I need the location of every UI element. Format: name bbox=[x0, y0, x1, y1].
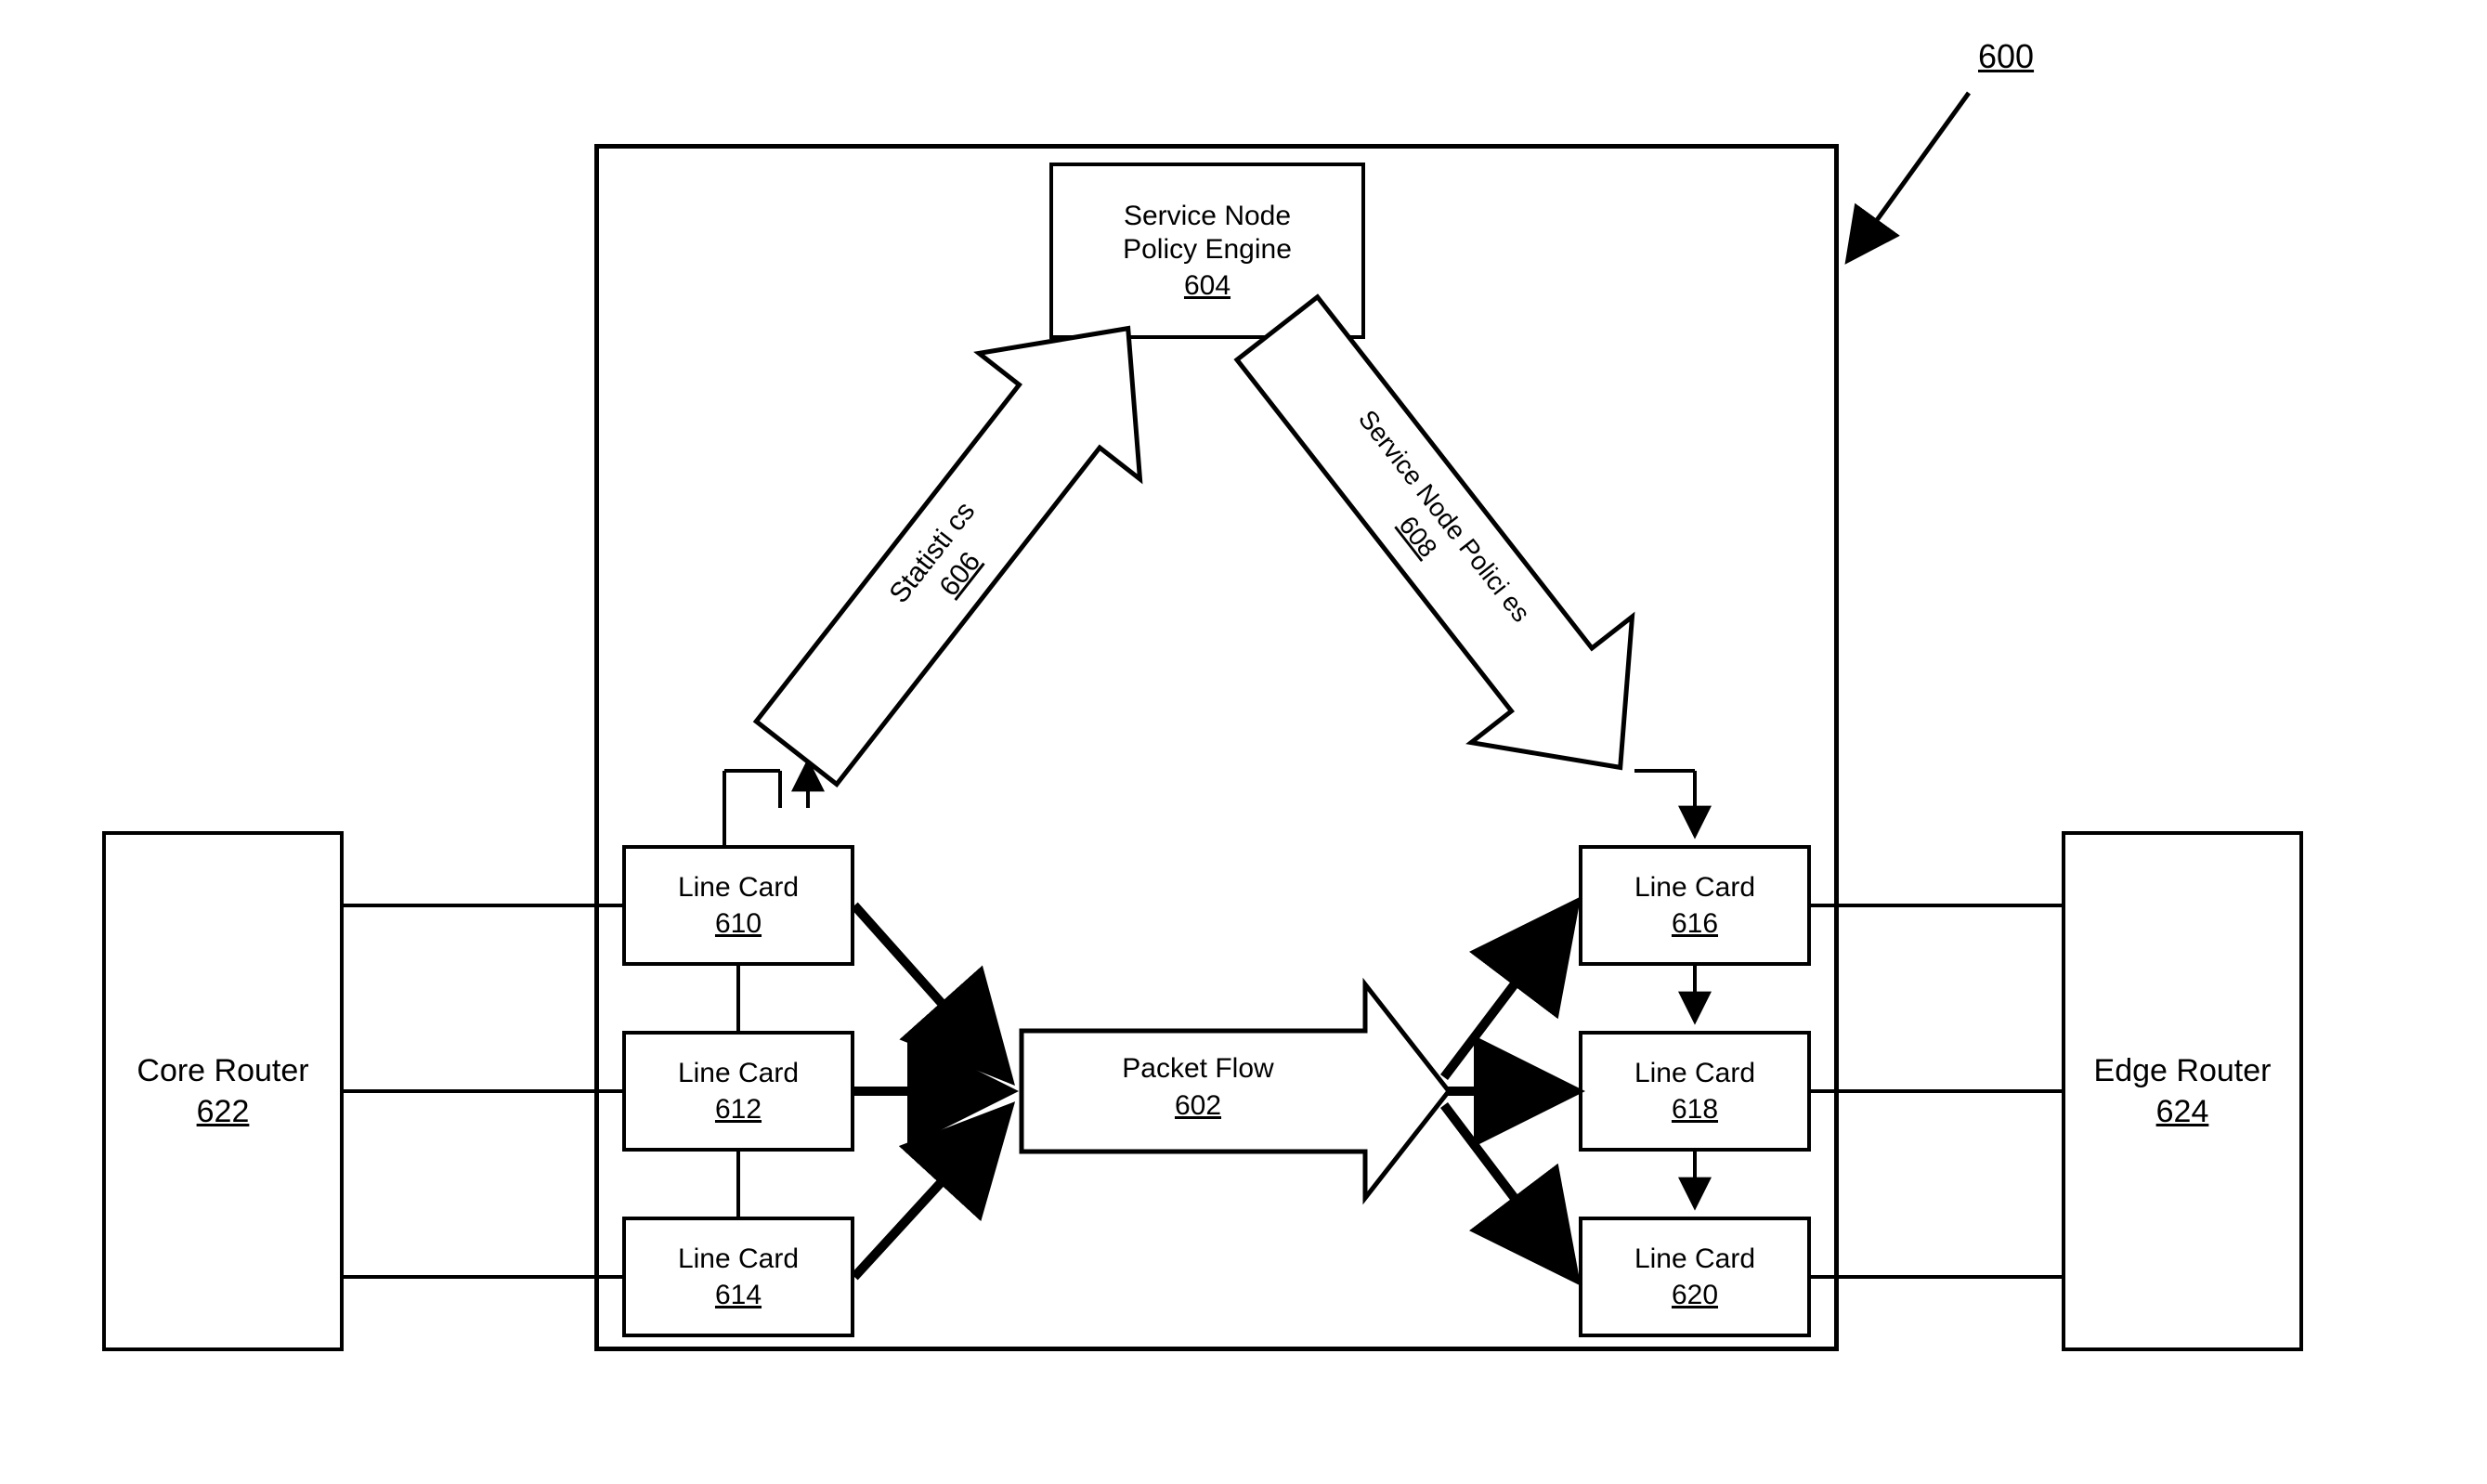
edge-router-box: Edge Router 624 bbox=[2062, 831, 2303, 1351]
line-card-title: Line Card bbox=[1634, 1243, 1755, 1276]
line-card-614: Line Card 614 bbox=[622, 1217, 854, 1337]
line-card-610: Line Card 610 bbox=[622, 845, 854, 966]
edge-router-num: 624 bbox=[2156, 1094, 2209, 1130]
line-card-title: Line Card bbox=[678, 871, 799, 905]
core-router-title: Core Router bbox=[137, 1052, 308, 1090]
line-card-612: Line Card 612 bbox=[622, 1031, 854, 1152]
line-card-616: Line Card 616 bbox=[1579, 845, 1811, 966]
policy-engine-box: Service Node Policy Engine 604 bbox=[1049, 163, 1365, 339]
core-router-box: Core Router 622 bbox=[102, 831, 344, 1351]
line-card-num: 610 bbox=[715, 908, 762, 940]
line-card-title: Line Card bbox=[678, 1243, 799, 1276]
line-card-title: Line Card bbox=[1634, 1057, 1755, 1090]
policy-engine-num: 604 bbox=[1184, 270, 1230, 302]
edge-router-title: Edge Router bbox=[2094, 1052, 2272, 1090]
line-card-num: 616 bbox=[1672, 908, 1718, 940]
line-card-618: Line Card 618 bbox=[1579, 1031, 1811, 1152]
line-card-num: 620 bbox=[1672, 1280, 1718, 1311]
line-card-num: 614 bbox=[715, 1280, 762, 1311]
line-card-num: 612 bbox=[715, 1094, 762, 1126]
diagram-stage: 600 Core Router 622 Edge Router 624 Serv… bbox=[0, 0, 2487, 1484]
core-router-num: 622 bbox=[197, 1094, 250, 1130]
line-card-title: Line Card bbox=[1634, 871, 1755, 905]
policy-engine-title: Service Node Policy Engine bbox=[1123, 200, 1292, 267]
line-card-620: Line Card 620 bbox=[1579, 1217, 1811, 1337]
line-card-num: 618 bbox=[1672, 1094, 1718, 1126]
line-card-title: Line Card bbox=[678, 1057, 799, 1090]
figure-pointer-arrow bbox=[1848, 93, 1969, 260]
figure-label: 600 bbox=[1978, 37, 2034, 76]
